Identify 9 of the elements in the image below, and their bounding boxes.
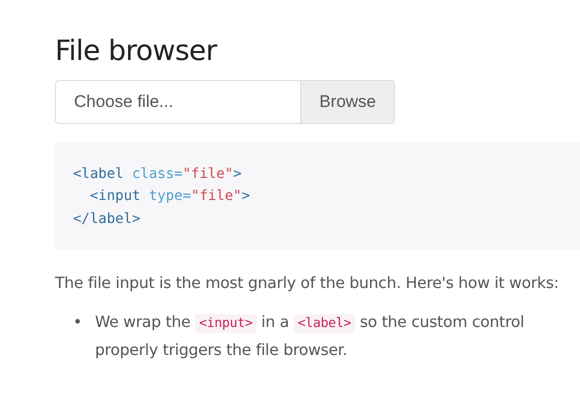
browse-button[interactable]: Browse bbox=[300, 80, 395, 124]
code-line: <input type="file"> bbox=[88, 187, 252, 206]
body-text: The file input is the most gnarly of the bunch. Here's how it works: bbox=[55, 273, 560, 294]
page-heading: File browser bbox=[55, 34, 218, 68]
code-line: <label class="file"> bbox=[73, 164, 243, 184]
bullet-marker: • bbox=[73, 312, 83, 334]
code-line: </label> bbox=[73, 210, 142, 229]
file-path-field[interactable]: Choose file... bbox=[55, 80, 300, 124]
bullet-text: We wrap the <input> in a <label> so the custom control properly triggers the file browser. bbox=[95, 312, 526, 362]
